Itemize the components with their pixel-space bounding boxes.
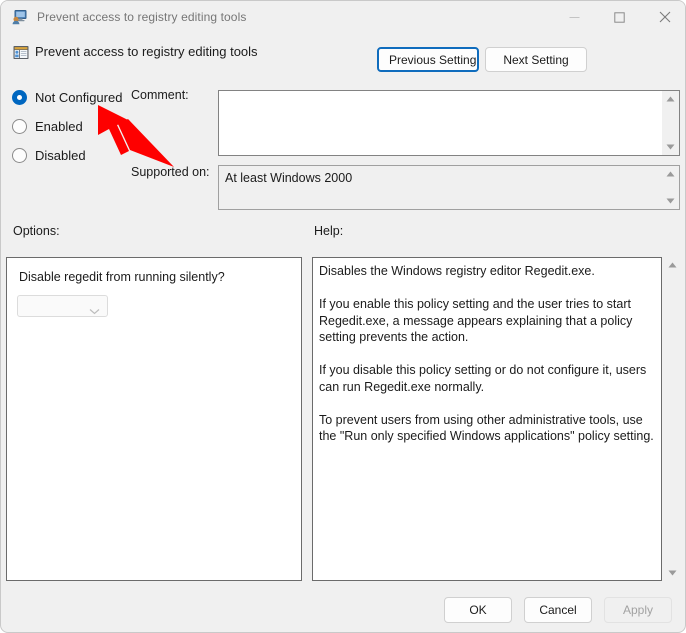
page-title: Prevent access to registry editing tools	[35, 44, 258, 59]
minimize-icon[interactable]	[552, 1, 597, 33]
radio-mark-not-configured	[12, 90, 27, 105]
scroll-up-icon[interactable]	[664, 257, 681, 273]
options-question-label: Disable regedit from running silently?	[19, 270, 225, 284]
window-title: Prevent access to registry editing tools	[37, 10, 246, 24]
policy-user-icon	[12, 9, 28, 25]
help-text: Disables the Windows registry editor Reg…	[319, 263, 655, 445]
options-label: Options:	[13, 224, 60, 238]
supported-on-field: At least Windows 2000	[218, 165, 680, 210]
close-icon[interactable]	[642, 1, 686, 33]
comment-label: Comment:	[131, 88, 189, 102]
radio-not-configured[interactable]: Not Configured	[12, 90, 122, 105]
comment-textarea[interactable]	[218, 90, 680, 156]
supported-on-label: Supported on:	[131, 165, 210, 179]
supported-on-value: At least Windows 2000	[225, 171, 657, 185]
supported-on-scrollbar[interactable]	[662, 166, 679, 209]
scroll-up-icon[interactable]	[662, 166, 679, 182]
scroll-down-icon[interactable]	[662, 139, 679, 155]
help-panel: Disables the Windows registry editor Reg…	[312, 257, 662, 581]
cancel-button[interactable]: Cancel	[524, 597, 592, 623]
scroll-down-icon[interactable]	[664, 565, 681, 581]
radio-disabled[interactable]: Disabled	[12, 148, 86, 163]
radio-label-enabled: Enabled	[35, 119, 83, 134]
apply-button: Apply	[604, 597, 672, 623]
annotation-arrow-icon	[96, 99, 186, 167]
radio-enabled[interactable]: Enabled	[12, 119, 83, 134]
options-dropdown[interactable]	[17, 295, 108, 317]
maximize-icon[interactable]	[597, 1, 642, 33]
next-setting-button[interactable]: Next Setting	[485, 47, 587, 72]
options-panel: Disable regedit from running silently?	[6, 257, 302, 581]
scroll-up-icon[interactable]	[662, 91, 679, 107]
window-controls	[552, 1, 686, 33]
help-label: Help:	[314, 224, 343, 238]
group-policy-setting-dialog: Prevent access to registry editing tools	[0, 0, 686, 633]
previous-setting-button[interactable]: Previous Setting	[377, 47, 479, 72]
radio-mark-disabled	[12, 148, 27, 163]
radio-label-not-configured: Not Configured	[35, 90, 122, 105]
policy-setting-icon	[12, 44, 30, 62]
radio-mark-enabled	[12, 119, 27, 134]
chevron-down-icon	[89, 302, 100, 320]
title-bar: Prevent access to registry editing tools	[1, 1, 686, 33]
ok-button[interactable]: OK	[444, 597, 512, 623]
comment-scrollbar[interactable]	[662, 91, 679, 155]
radio-label-disabled: Disabled	[35, 148, 86, 163]
scroll-down-icon[interactable]	[662, 193, 679, 209]
help-scrollbar[interactable]	[664, 257, 681, 581]
